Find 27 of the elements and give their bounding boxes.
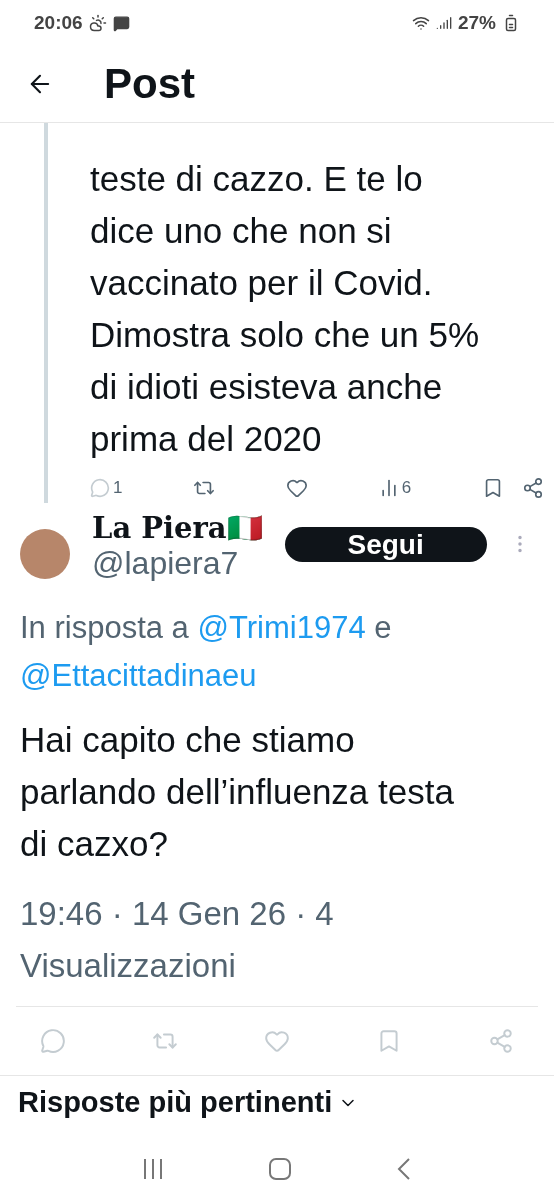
avatar[interactable] — [20, 529, 70, 579]
weather-icon — [88, 14, 107, 32]
post-text-line: dice uno che non si — [90, 210, 393, 252]
recent-apps-icon[interactable] — [142, 1157, 164, 1181]
post-text-line: prima del 2020 — [90, 418, 323, 460]
page-title: Post — [104, 60, 195, 108]
post-meta: 19:46 · 14 Gen 26 · 4 Visualizzazioni — [20, 894, 335, 986]
status-time: 20:06 — [34, 12, 83, 34]
reply-text: Hai capito che stiamo parlando dell’influenza testa di cazxo? — [20, 719, 455, 865]
post-text-line: Dimostra solo che un 5% — [90, 314, 481, 356]
share-icon[interactable] — [522, 477, 544, 499]
post-text-line: vaccinato per il Covid. — [90, 262, 434, 304]
back-nav-icon[interactable] — [396, 1157, 412, 1181]
in-reply-to: In risposta a @Trimi1974 e @Ettacittadinaeu — [20, 609, 393, 695]
message-icon — [112, 14, 130, 32]
user-handle: @lapiera7 — [92, 545, 240, 582]
follow-button[interactable]: Segui — [284, 527, 487, 562]
like-icon[interactable] — [286, 477, 308, 499]
signal-icon — [435, 15, 452, 31]
home-icon[interactable] — [268, 1157, 292, 1181]
view-count[interactable]: 6 — [378, 478, 412, 498]
battery-percent: 27% — [457, 12, 496, 34]
post-text-line: di idioti esisteva anche — [90, 366, 444, 408]
wifi-icon — [411, 14, 430, 32]
section-title: Risposte più pertinenti — [18, 1086, 333, 1119]
user-name: La Piera🇮🇹 — [92, 511, 263, 545]
post-text-line: teste di cazzo. E te lo — [90, 158, 424, 200]
